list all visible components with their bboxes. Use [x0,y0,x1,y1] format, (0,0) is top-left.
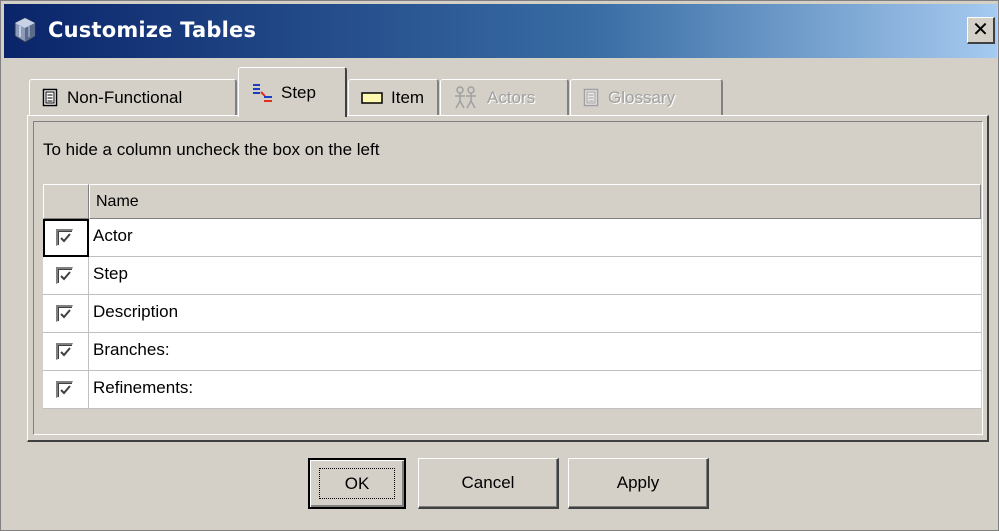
apply-label: Apply [616,473,660,492]
actors-icon [455,86,476,109]
tab-label: Item [391,88,425,107]
panel-inner: To hide a column uncheck the box on the … [33,121,983,435]
table-header: Name [43,184,981,219]
cancel-button[interactable]: Cancel [418,458,559,509]
step-icon [253,83,272,102]
row-label: Refinements: [89,371,981,409]
tab-label: Non-Functional [67,88,183,107]
tab-item[interactable]: Item [348,79,439,116]
table-row[interactable]: Actor [43,219,981,257]
tab-label: Glossary [608,88,676,107]
close-button[interactable]: ✕ [967,17,995,44]
customize-tables-dialog: Customize Tables ✕ Non-Functional Step I… [0,0,999,531]
ok-label: OK [344,474,370,493]
tab-glossary: Glossary [570,79,723,116]
column-checkbox[interactable] [56,229,73,246]
column-checkbox[interactable] [56,305,73,322]
tab-step[interactable]: Step [238,67,347,117]
checkmark-icon [60,347,71,357]
document-icon [42,88,58,107]
item-icon [361,92,383,104]
row-label: Step [89,257,981,295]
tab-label: Step [281,82,316,102]
glossary-icon [583,88,599,107]
checkbox-cell [43,371,89,409]
checkbox-cell [43,257,89,295]
column-checkbox[interactable] [56,267,73,284]
checkbox-cell [43,333,89,371]
row-label: Actor [89,219,981,257]
window-title: Customize Tables [48,18,257,42]
cancel-label: Cancel [461,473,515,492]
checkmark-icon [60,233,71,243]
checkmark-icon [60,271,71,281]
tab-non-functional[interactable]: Non-Functional [29,79,237,116]
hint-text: To hide a column uncheck the box on the … [43,140,380,159]
checkbox-column-header[interactable] [43,184,89,219]
table-row[interactable]: Step [43,257,981,295]
app-cube-icon [14,17,36,43]
column-checkbox[interactable] [56,381,73,398]
tab-panel: To hide a column uncheck the box on the … [27,115,989,442]
checkbox-cell [43,219,89,257]
name-column-header[interactable]: Name [89,184,981,219]
columns-table: Name Actor Step Description Branches: Re… [43,184,981,409]
close-icon: ✕ [972,17,989,41]
ok-button[interactable]: OK [308,458,406,509]
checkmark-icon [60,385,71,395]
table-row[interactable]: Refinements: [43,371,981,409]
tab-label: Actors [487,88,536,107]
row-label: Branches: [89,333,981,371]
checkbox-cell [43,295,89,333]
apply-button[interactable]: Apply [568,458,709,509]
column-checkbox[interactable] [56,343,73,360]
table-row[interactable]: Description [43,295,981,333]
checkmark-icon [60,309,71,319]
title-bar[interactable]: Customize Tables ✕ [4,4,997,58]
row-label: Description [89,295,981,333]
tab-actors: Actors [440,79,569,116]
table-row[interactable]: Branches: [43,333,981,371]
